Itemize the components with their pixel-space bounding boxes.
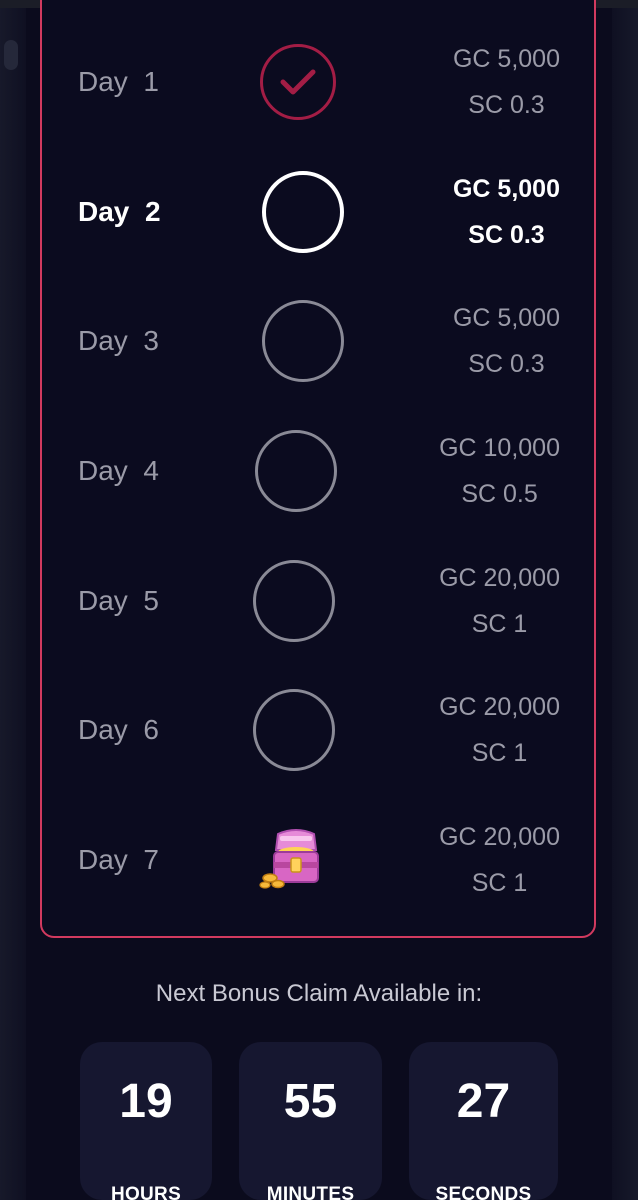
sc-amount: SC 0.3 bbox=[468, 350, 545, 378]
reward-amounts: GC 5,000 SC 0.3 bbox=[453, 36, 560, 128]
sc-amount: SC 0.3 bbox=[468, 91, 545, 119]
day-row-1: Day 1 GC 5,000 SC 0.3 bbox=[42, 17, 594, 147]
left-backdrop bbox=[0, 8, 26, 1200]
day-row-3: Day 3 GC 5,000 SC 0.3 bbox=[42, 276, 594, 406]
reward-amounts: GC 5,000 SC 0.3 bbox=[453, 295, 560, 387]
sc-amount: SC 1 bbox=[471, 869, 528, 897]
circle-icon bbox=[253, 560, 335, 642]
gc-amount: GC 5,000 bbox=[452, 304, 560, 332]
seconds-timer: 27 SECONDS bbox=[409, 1042, 558, 1200]
circle-icon bbox=[255, 430, 337, 512]
reward-amounts: GC 5,000 SC 0.3 bbox=[453, 166, 560, 258]
gc-amount: GC 20,000 bbox=[439, 823, 560, 851]
day-row-2[interactable]: Day 2 GC 5,000 SC 0.3 bbox=[42, 147, 594, 277]
day-label: Day 4 bbox=[78, 455, 159, 486]
reward-amounts: GC 20,000 SC 1 bbox=[439, 814, 560, 906]
day-label: Day 3 bbox=[78, 325, 159, 356]
gc-amount: GC 5,000 bbox=[452, 175, 560, 203]
sc-amount: SC 0.5 bbox=[461, 480, 538, 508]
seconds-value: 27 bbox=[456, 1075, 511, 1128]
day-row-6: Day 6 GC 20,000 SC 1 bbox=[42, 665, 594, 795]
hours-label: HOURS bbox=[110, 1184, 182, 1200]
gc-amount: GC 10,000 bbox=[439, 434, 560, 462]
gc-amount: GC 20,000 bbox=[439, 693, 560, 721]
side-handle bbox=[4, 40, 18, 70]
seconds-label: SECONDS bbox=[435, 1184, 532, 1200]
circle-icon bbox=[262, 300, 344, 382]
sc-amount: SC 1 bbox=[471, 739, 528, 767]
day-label: Day 2 bbox=[78, 196, 161, 227]
reward-amounts: GC 10,000 SC 0.5 bbox=[439, 425, 560, 517]
minutes-value: 55 bbox=[283, 1075, 338, 1128]
daily-bonus-page: Day 1 GC 5,000 SC 0.3 Day 2 GC 5,000 SC … bbox=[0, 0, 638, 1200]
hours-timer: 19 HOURS bbox=[80, 1042, 212, 1200]
treasure-chest-icon bbox=[259, 829, 319, 889]
circle-icon[interactable] bbox=[262, 171, 344, 253]
minutes-timer: 55 MINUTES bbox=[239, 1042, 382, 1200]
sc-amount: SC 0.3 bbox=[468, 221, 545, 249]
day-label: Day 6 bbox=[78, 714, 159, 745]
day-row-4: Day 4 GC 10,000 SC 0.5 bbox=[42, 406, 594, 536]
right-backdrop bbox=[612, 8, 638, 1200]
check-circle-icon bbox=[260, 44, 336, 120]
reward-amounts: GC 20,000 SC 1 bbox=[439, 555, 560, 647]
day-label: Day 7 bbox=[78, 844, 159, 875]
minutes-label: MINUTES bbox=[266, 1184, 355, 1200]
gc-amount: GC 20,000 bbox=[439, 564, 560, 592]
day-row-7: Day 7 GC 20,000 SC 1 bbox=[42, 795, 594, 925]
reward-amounts: GC 20,000 SC 1 bbox=[439, 684, 560, 776]
daily-rewards-card: Day 1 GC 5,000 SC 0.3 Day 2 GC 5,000 SC … bbox=[40, 0, 596, 938]
next-claim-label: Next Bonus Claim Available in: bbox=[155, 980, 483, 1007]
hours-value: 19 bbox=[119, 1075, 173, 1128]
sc-amount: SC 1 bbox=[471, 610, 528, 638]
gc-amount: GC 5,000 bbox=[452, 45, 560, 73]
day-label: Day 1 bbox=[78, 66, 159, 97]
circle-icon bbox=[253, 689, 335, 771]
day-row-5: Day 5 GC 20,000 SC 1 bbox=[42, 536, 594, 666]
day-label: Day 5 bbox=[78, 585, 159, 616]
